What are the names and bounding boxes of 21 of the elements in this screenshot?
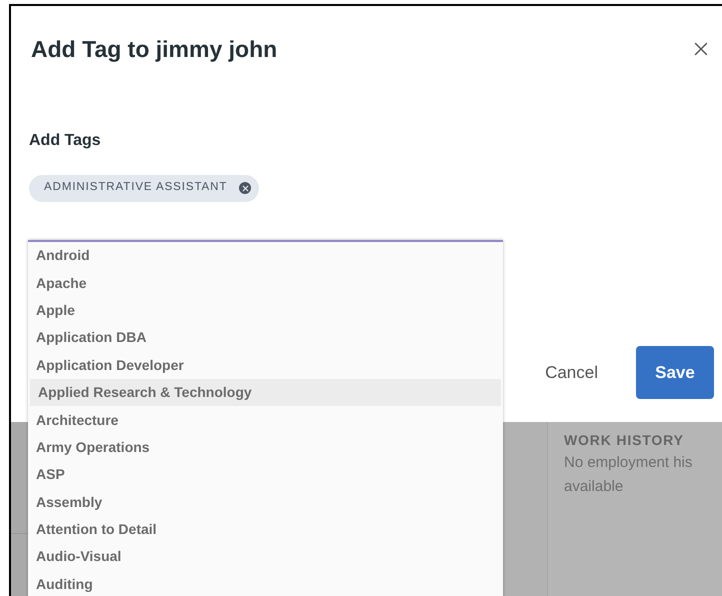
empty-message: No employment his available	[564, 453, 694, 497]
dropdown-option[interactable]: Apple	[28, 296, 503, 324]
dropdown-option[interactable]: Attention to Detail	[28, 516, 503, 544]
tag-label: ADMINISTRATIVE ASSISTANT	[44, 180, 228, 196]
dropdown-option[interactable]: Assembly	[28, 488, 503, 516]
remove-icon[interactable]	[239, 182, 252, 194]
dropdown-option[interactable]: Android	[28, 242, 503, 270]
dropdown-option[interactable]: Auditing	[28, 570, 503, 596]
section-heading: WORK HISTORY	[564, 431, 685, 450]
dropdown-option[interactable]: Application DBA	[28, 324, 503, 352]
dropdown-option[interactable]: Application Developer	[28, 352, 503, 379]
field-label: Add Tags	[28, 130, 102, 150]
cancel-button[interactable]: Cancel	[545, 360, 598, 386]
dropdown-option[interactable]: Architecture	[28, 406, 503, 434]
dropdown-option[interactable]: Applied Research & Technology	[30, 378, 501, 406]
dropdown-option[interactable]: Apache	[28, 269, 503, 297]
save-button[interactable]: Save	[636, 346, 714, 399]
dropdown-option[interactable]: Army Operations	[28, 434, 503, 462]
dialog-title: Add Tag to jimmy john	[31, 35, 278, 64]
dropdown-option[interactable]: Audio-Visual	[28, 543, 503, 571]
dropdown-option[interactable]: ASP	[28, 461, 503, 489]
